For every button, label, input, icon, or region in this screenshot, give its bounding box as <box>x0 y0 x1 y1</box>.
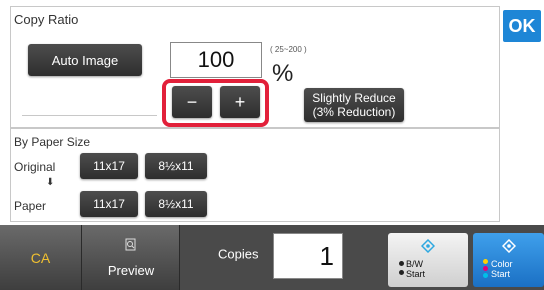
copies-label: Copies <box>218 246 259 262</box>
color-start-line1: Color <box>491 259 513 269</box>
color-start-line2: Start <box>491 269 511 279</box>
paper-size-8.5x11-button[interactable]: 8½x11 <box>145 191 207 217</box>
diamond-start-icon <box>420 238 436 256</box>
clear-all-button[interactable]: CA <box>0 225 82 290</box>
original-size-11x17-button[interactable]: 11x17 <box>80 153 138 179</box>
slightly-reduce-line1: Slightly Reduce <box>312 91 396 105</box>
ok-button[interactable]: OK <box>503 10 541 42</box>
paper-label: Paper <box>14 199 47 213</box>
percent-unit: % <box>272 60 294 87</box>
slightly-reduce-line2: (3% Reduction) <box>312 105 396 119</box>
ratio-input[interactable]: 100 <box>170 42 262 78</box>
copy-ratio-screen: Copy Ratio OK Auto Image 100 ( 25~200 ) … <box>0 0 544 290</box>
original-size-8.5x11-button[interactable]: 8½x11 <box>145 153 207 179</box>
paper-size-section-label: By Paper Size <box>14 135 91 149</box>
color-dot-icon <box>483 266 488 271</box>
color-start-label: Color Start <box>491 259 513 279</box>
slightly-reduce-button[interactable]: Slightly Reduce (3% Reduction) <box>304 88 404 122</box>
bw-start-line1: B/W <box>406 259 423 269</box>
bw-start-button[interactable]: B/W Start <box>388 233 468 287</box>
bw-dot-icon <box>399 270 404 275</box>
bw-dot-icon <box>399 261 404 266</box>
diamond-start-icon <box>501 238 516 256</box>
increase-ratio-button[interactable]: + <box>220 86 260 118</box>
page-title: Copy Ratio <box>14 12 79 27</box>
preview-icon <box>124 238 138 252</box>
preview-label: Preview <box>107 263 155 278</box>
down-arrow-icon: ⬇ <box>46 177 55 188</box>
bw-start-line2: Start <box>406 269 426 279</box>
original-label: Original <box>14 160 56 174</box>
ratio-range-label: ( 25~200 ) <box>270 45 307 54</box>
color-dot-icon <box>483 273 488 278</box>
decrease-ratio-button[interactable]: − <box>172 86 212 118</box>
bw-start-label: B/W Start <box>406 259 425 279</box>
preview-button[interactable]: Preview <box>82 225 180 290</box>
color-start-button[interactable]: Color Start <box>473 233 544 287</box>
copies-input[interactable]: 1 <box>273 233 343 279</box>
divider <box>22 115 157 116</box>
color-dot-icon <box>483 259 488 264</box>
auto-image-button[interactable]: Auto Image <box>28 44 142 76</box>
paper-size-11x17-button[interactable]: 11x17 <box>80 191 138 217</box>
